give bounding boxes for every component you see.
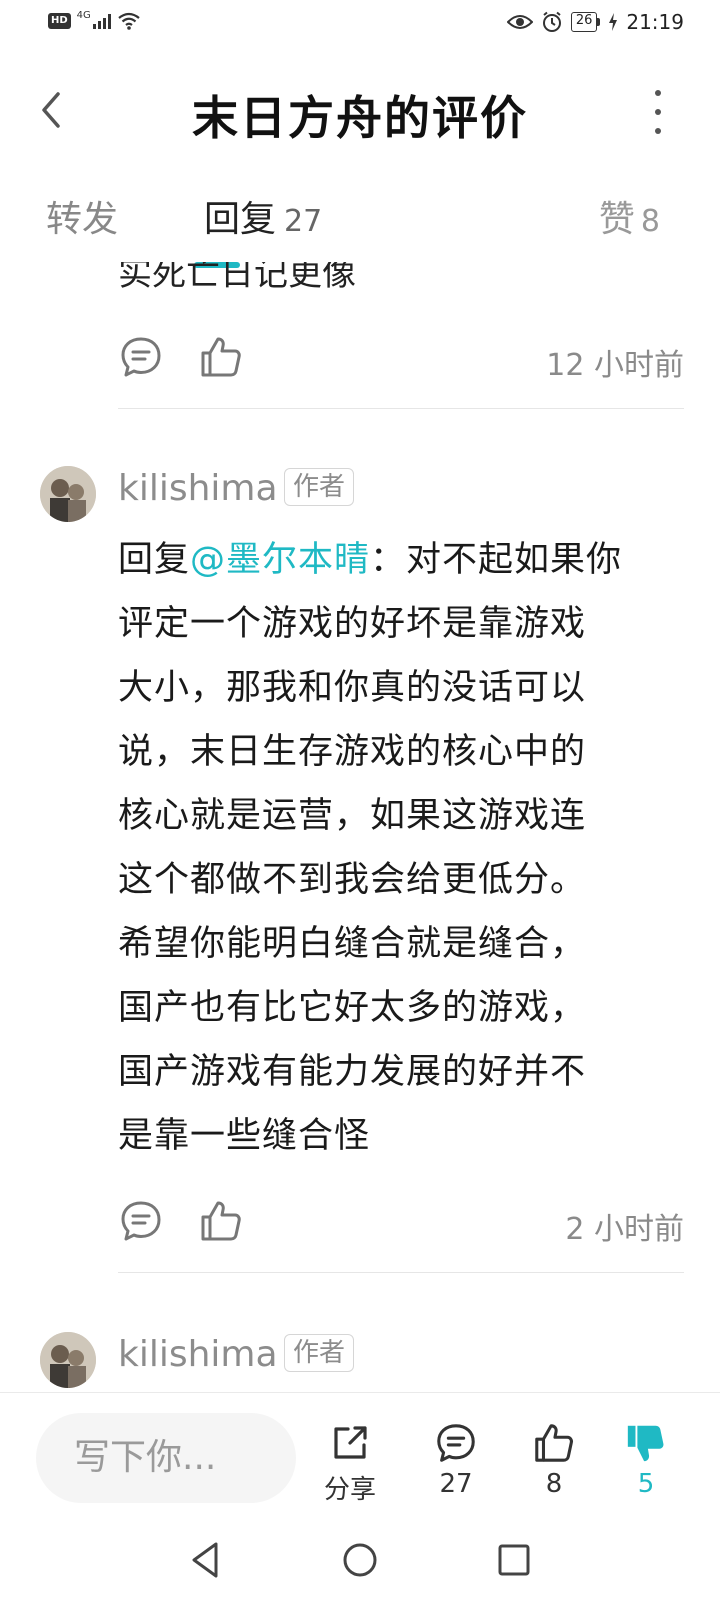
dislikes-count: 5 xyxy=(637,1469,655,1499)
comment-icon[interactable] xyxy=(118,1198,164,1244)
previous-reply-actions: 12 小时前 xyxy=(118,328,684,388)
more-dot-icon xyxy=(655,90,661,96)
avatar[interactable] xyxy=(40,1332,96,1388)
hd-badge: HD xyxy=(48,13,71,29)
reply-actions: 2 小时前 xyxy=(118,1192,684,1252)
reply-list[interactable]: 实死亡日记更像 12 小时前 kilishima 作者 回复@墨尔本晴：对不起如… xyxy=(0,262,720,1392)
divider xyxy=(118,408,684,409)
share-label: 分享 xyxy=(323,1475,376,1505)
reply-separator: ： xyxy=(370,540,407,580)
tab-likes-label: 赞 xyxy=(598,199,635,240)
share-button[interactable]: 分享 xyxy=(310,1421,390,1506)
reply-line: 这个都做不到我会给更低分。 xyxy=(118,860,587,900)
clock: 21:19 xyxy=(626,10,684,34)
reply-line: 国产也有比它好太多的游戏， xyxy=(118,988,587,1028)
bottom-action-bar: 写下你... 分享 27 8 5 xyxy=(0,1392,720,1520)
charging-icon xyxy=(609,13,618,31)
comment-input[interactable]: 写下你... xyxy=(36,1413,296,1503)
reply-timestamp: 12 小时前 xyxy=(546,348,684,383)
tab-reply-count: 27 xyxy=(284,204,323,239)
status-bar: HD 4G 26 21:19 xyxy=(0,0,720,48)
avatar-image xyxy=(40,1332,96,1388)
reply-line: 希望你能明白缝合就是缝合， xyxy=(118,924,587,964)
reply-line: 国产游戏有能力发展的好并不 xyxy=(118,1052,587,1092)
reply-line: 说，末日生存游戏的核心中的 xyxy=(118,732,587,772)
comment-icon[interactable] xyxy=(118,334,164,380)
previous-reply-text: 实死亡日记更像 xyxy=(118,262,356,294)
more-options-button[interactable] xyxy=(646,90,670,134)
thumbs-up-icon[interactable] xyxy=(198,334,244,380)
reply-line: 核心就是运营，如果这游戏连 xyxy=(118,796,587,836)
tab-forward-label: 转发 xyxy=(46,199,119,240)
avatar-image xyxy=(40,466,96,522)
tab-bar: 转发 回复 27 赞8 xyxy=(0,190,720,270)
network-label: 4G xyxy=(76,9,91,21)
author-badge: 作者 xyxy=(284,1334,355,1372)
author-badge: 作者 xyxy=(284,468,355,506)
tab-likes[interactable]: 赞8 xyxy=(599,190,660,242)
reply-line: 评定一个游戏的好坏是靠游戏 xyxy=(118,604,587,644)
more-dot-icon xyxy=(655,109,661,115)
system-nav-bar xyxy=(0,1520,720,1600)
app-header: 末日方舟的评价 xyxy=(0,60,720,160)
comments-button[interactable]: 27 xyxy=(416,1421,496,1499)
reply-content: 回复@墨尔本晴：对不起如果你 评定一个游戏的好坏是靠游戏 大小，那我和你真的没话… xyxy=(118,528,678,1168)
thumbs-up-icon xyxy=(535,1424,573,1462)
nav-back-icon[interactable] xyxy=(184,1538,228,1582)
reply-prefix: 回复 xyxy=(118,540,191,580)
page-title: 末日方舟的评价 xyxy=(192,91,528,145)
dislike-button[interactable]: 5 xyxy=(606,1421,686,1499)
more-dot-icon xyxy=(655,128,661,134)
like-button[interactable]: 8 xyxy=(514,1421,594,1499)
reply-line: 大小，那我和你真的没话可以 xyxy=(118,668,587,708)
tab-reply-label: 回复 xyxy=(204,199,277,240)
tab-likes-count: 8 xyxy=(640,204,660,239)
eye-icon xyxy=(506,15,533,29)
tab-reply[interactable]: 回复 27 xyxy=(204,190,322,242)
username[interactable]: kilishima xyxy=(118,1334,278,1375)
nav-recent-apps-icon[interactable] xyxy=(492,1538,536,1582)
share-icon xyxy=(334,1426,367,1459)
reply-line: 对不起如果你 xyxy=(406,540,623,580)
battery-level: 26 xyxy=(570,12,598,32)
nav-home-icon[interactable] xyxy=(338,1538,382,1582)
tab-forward[interactable]: 转发 xyxy=(46,190,118,242)
signal-icon xyxy=(92,13,111,29)
reply-line: 是靠一些缝合怪 xyxy=(118,1116,371,1156)
thumbs-up-icon[interactable] xyxy=(198,1198,244,1244)
comments-count: 27 xyxy=(439,1469,473,1499)
comment-icon xyxy=(437,1424,475,1462)
wifi-icon xyxy=(118,12,140,30)
username[interactable]: kilishima xyxy=(118,468,278,509)
reply-timestamp: 2 小时前 xyxy=(565,1212,684,1247)
battery-indicator: 26 xyxy=(570,12,601,32)
alarm-icon xyxy=(542,11,561,32)
likes-count: 8 xyxy=(545,1469,563,1499)
thumbs-down-icon xyxy=(627,1425,664,1462)
mention-link[interactable]: @墨尔本晴 xyxy=(190,540,370,580)
avatar[interactable] xyxy=(40,466,96,522)
divider xyxy=(118,1272,684,1273)
